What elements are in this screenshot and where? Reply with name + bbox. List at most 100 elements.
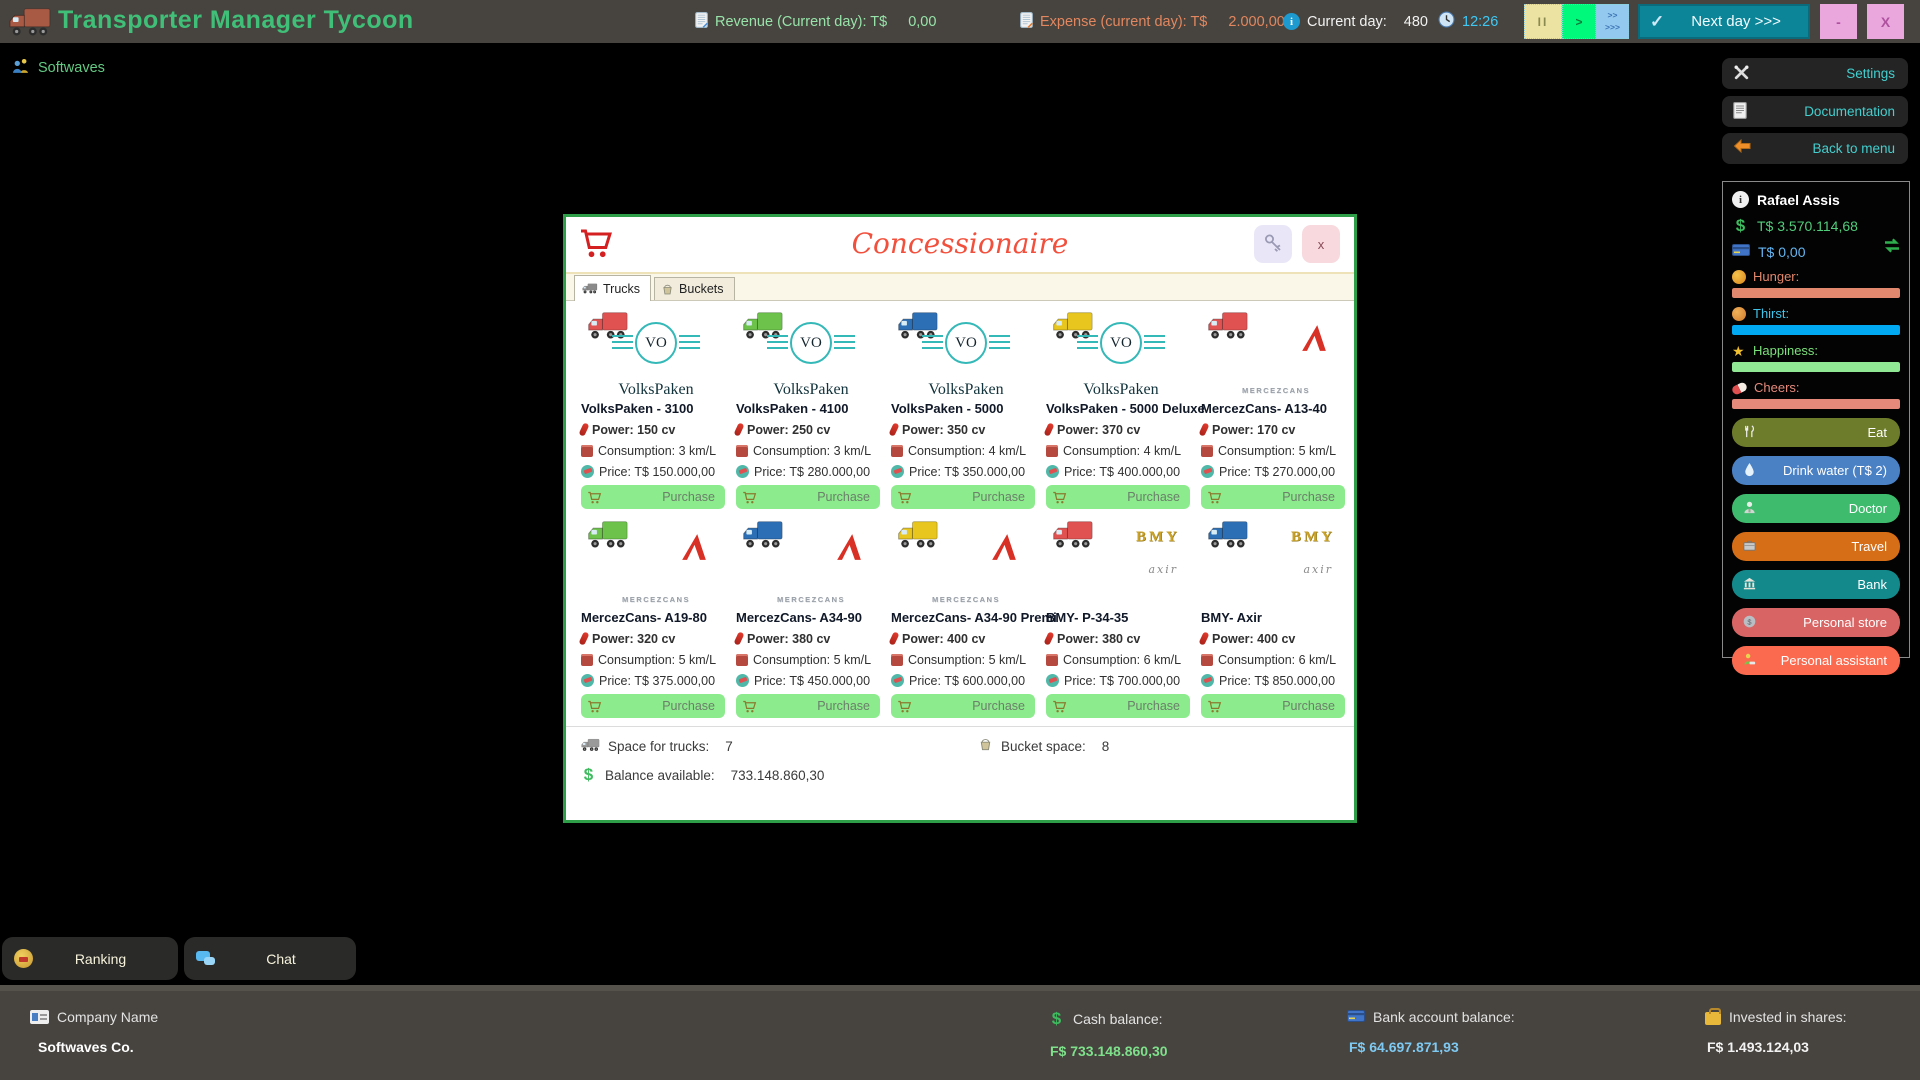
- back-to-menu-button[interactable]: Back to menu: [1722, 133, 1908, 164]
- truck-card-image: BMY axir: [1046, 515, 1196, 610]
- documentation-label: Documentation: [1804, 104, 1895, 119]
- cart-icon: [1208, 700, 1222, 712]
- company-group: Company Name Softwaves Co.: [30, 1009, 158, 1055]
- truck-consumption: Consumption: 5 km/L: [891, 649, 1041, 670]
- shares-group: Invested in shares: F$ 1.493.124,03: [1705, 1008, 1847, 1055]
- player-panel: Rafael Assis T$ 3.570.114,68 T$ 0,00 Hun…: [1722, 181, 1910, 675]
- player-info-icon: [1732, 191, 1749, 208]
- purchase-button[interactable]: Purchase: [1201, 694, 1345, 718]
- space-for-trucks: Space for trucks: 7: [580, 737, 733, 756]
- revenue-indicator: Revenue (Current day): T$ 0,00: [695, 0, 936, 43]
- truck-price: Price: T$ 350.000,00: [891, 461, 1041, 482]
- purchase-button[interactable]: Purchase: [1201, 485, 1345, 509]
- ranking-button[interactable]: Ranking: [2, 937, 178, 980]
- truck-model-name: VolksPaken - 5000 Deluxe: [1046, 401, 1205, 416]
- power-icon: [888, 422, 900, 437]
- current-day-label: Current day:: [1307, 13, 1387, 30]
- play-button[interactable]: >: [1562, 4, 1596, 39]
- truck-power: Power: 400 cv: [888, 628, 1041, 649]
- revenue-label: Revenue (Current day): T$: [715, 13, 888, 30]
- truck-card: BMY axir BMY- P-34-35 Power: 380 cv Consu…: [1043, 515, 1196, 718]
- bank-button[interactable]: Bank: [1732, 570, 1900, 599]
- mercezcans-logo: MERCEZCANS: [736, 515, 886, 610]
- stat-cheers-label: Cheers:: [1754, 380, 1800, 395]
- bank-label: Bank: [1857, 577, 1887, 592]
- bucket-icon: [978, 737, 993, 755]
- doctor-button[interactable]: Doctor: [1732, 494, 1900, 523]
- settings-label: Settings: [1846, 66, 1895, 81]
- truck-price: Price: T$ 700.000,00: [1046, 670, 1196, 691]
- truck-consumption: Consumption: 4 km/L: [1046, 440, 1196, 461]
- purchase-button[interactable]: Purchase: [581, 485, 725, 509]
- truck-card: VO VolksPaken VolksPaken - 4100 Power: 2…: [733, 306, 886, 509]
- stat-thirst-bar: [1732, 325, 1900, 335]
- settings-button[interactable]: Settings: [1722, 58, 1908, 89]
- close-window-button[interactable]: X: [1867, 4, 1904, 39]
- purchase-button[interactable]: Purchase: [736, 485, 880, 509]
- purchase-label: Purchase: [817, 699, 870, 713]
- dialog-close-button[interactable]: x: [1302, 225, 1340, 263]
- bank-icon: [1742, 576, 1757, 594]
- company-card-icon: [30, 1010, 49, 1024]
- truck-card-image: MERCEZCANS: [581, 515, 731, 610]
- coin-icon: $: [1742, 614, 1757, 632]
- truck-card: BMY axir BMY- Axir Power: 400 cv Consumpt…: [1198, 515, 1351, 718]
- dialog-footer: Space for trucks: 7 Bucket space: 8 Bala…: [566, 726, 1354, 792]
- player-card-row: T$ 0,00: [1732, 238, 1900, 261]
- chat-button[interactable]: Chat: [184, 937, 356, 980]
- pause-button[interactable]: II: [1524, 4, 1562, 39]
- tab-trucks[interactable]: Trucks: [574, 275, 652, 301]
- truck-card: MERCEZCANS MercezCans- A19-80 Power: 320…: [578, 515, 731, 718]
- power-icon: [1043, 631, 1055, 646]
- keys-button[interactable]: [1254, 225, 1292, 263]
- price-icon: [1201, 465, 1214, 478]
- shares-value: F$ 1.493.124,03: [1707, 1039, 1809, 1055]
- medal-icon: [14, 949, 33, 968]
- truck-card-image: VO VolksPaken: [736, 306, 886, 401]
- purchase-button[interactable]: Purchase: [891, 694, 1035, 718]
- purchase-label: Purchase: [817, 490, 870, 504]
- truck-cards-grid: VO VolksPaken VolksPaken - 3100 Power: 1…: [566, 301, 1354, 718]
- minimize-button[interactable]: -: [1820, 4, 1857, 39]
- mercezcans-logo: MERCEZCANS: [1201, 306, 1351, 401]
- star-icon: [1732, 344, 1746, 358]
- eat-button[interactable]: Eat: [1732, 418, 1900, 447]
- personal-assistant-button[interactable]: Personal assistant: [1732, 646, 1900, 675]
- shares-label: Invested in shares:: [1729, 1009, 1847, 1025]
- truck-card: MERCEZCANS MercezCans- A34-90 Power: 380…: [733, 515, 886, 718]
- dialog-tabbar: Trucks Buckets: [566, 274, 1354, 301]
- purchase-label: Purchase: [662, 699, 715, 713]
- volkspaken-logo: VO VolksPaken: [581, 306, 731, 401]
- cart-icon: [1053, 700, 1067, 712]
- purchase-label: Purchase: [1127, 699, 1180, 713]
- app-logo-truck-icon: [6, 0, 52, 43]
- cash-balance-label: Cash balance:: [1073, 1011, 1163, 1027]
- travel-button[interactable]: Travel: [1732, 532, 1900, 561]
- truck-model-name: VolksPaken - 4100: [736, 401, 849, 416]
- truck-price: Price: T$ 450.000,00: [736, 670, 886, 691]
- tab-buckets[interactable]: Buckets: [654, 277, 735, 300]
- purchase-button[interactable]: Purchase: [891, 485, 1035, 509]
- balance-available-label: Balance available:: [605, 767, 715, 783]
- documentation-button[interactable]: Documentation: [1722, 96, 1908, 127]
- truck-model-name: BMY- Axir: [1201, 610, 1262, 625]
- consumption-icon: [891, 653, 903, 666]
- purchase-button[interactable]: Purchase: [581, 694, 725, 718]
- personal-store-button[interactable]: $ Personal store: [1732, 608, 1900, 637]
- refresh-icon[interactable]: [1882, 237, 1902, 259]
- truck-image: [582, 283, 598, 294]
- truck-card-image: VO VolksPaken: [891, 306, 1041, 401]
- truck-price: Price: T$ 850.000,00: [1201, 670, 1351, 691]
- purchase-button[interactable]: Purchase: [736, 694, 880, 718]
- fast-forward-button[interactable]: >> >>>: [1596, 4, 1629, 39]
- purchase-button[interactable]: Purchase: [1046, 694, 1190, 718]
- price-icon: [1201, 674, 1214, 687]
- personal-assistant-label: Personal assistant: [1780, 653, 1887, 668]
- bank-balance-group: Bank account balance: F$ 64.697.871,93: [1347, 1009, 1515, 1055]
- purchase-button[interactable]: Purchase: [1046, 485, 1190, 509]
- drink-water-button[interactable]: Drink water (T$ 2): [1732, 456, 1900, 485]
- time-value: 12:26: [1462, 13, 1499, 30]
- next-day-button[interactable]: Next day >>>: [1638, 4, 1810, 39]
- speed-controls: II > >> >>> Next day >>> - X: [1524, 4, 1904, 39]
- truck-power: Power: 380 cv: [733, 628, 886, 649]
